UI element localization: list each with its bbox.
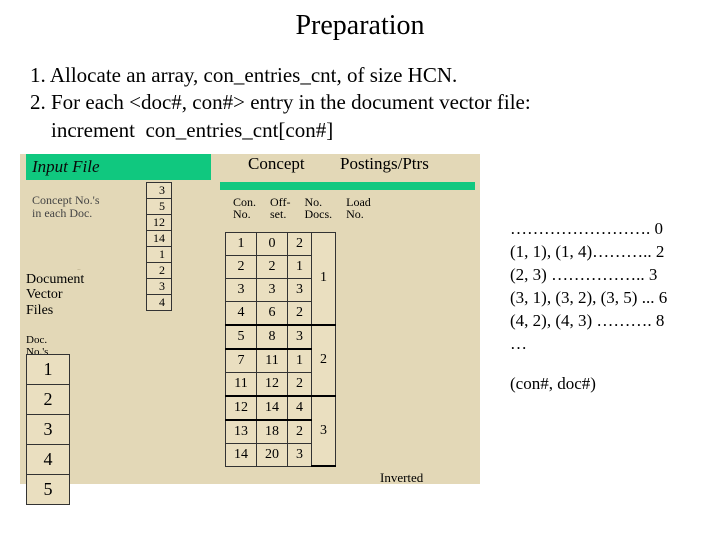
dv-l2: Vector [26, 287, 63, 302]
cell: 2 [288, 420, 312, 444]
side-row: … [510, 333, 667, 356]
docnos-l1: Doc. [26, 334, 47, 346]
cell: 14 [257, 396, 288, 420]
step-1: 1. Allocate an array, con_entries_cnt, o… [30, 62, 690, 89]
postings-table: 1021 221 333 462 5832 7111 11122 121443 … [225, 232, 336, 468]
load-cell: 3 [312, 396, 336, 467]
step-2: 2. For each <doc#, con#> entry in the do… [30, 89, 690, 116]
concept-header: Concept [248, 154, 305, 174]
num-cell: 3 [147, 278, 172, 294]
cell: 12 [226, 396, 257, 420]
cell: 1 [226, 232, 257, 255]
side-row: (4, 2), (4, 3) ………. 8 [510, 310, 667, 333]
num-cell: 5 [147, 198, 172, 214]
cell: 12 [257, 372, 288, 396]
side-pairs-list: ……………………. 0 (1, 1), (1, 4)……….. 2 (2, 3)… [510, 218, 667, 356]
diagram: 4. Determine the relations Mr clusters; … [20, 154, 700, 504]
postings-header: Postings/Ptrs [340, 154, 429, 174]
cell: 3 [288, 325, 312, 349]
col-con: Con.No. [227, 196, 262, 220]
cell: 2 [288, 232, 312, 255]
cell: 18 [257, 420, 288, 444]
inverted-label: Inverted [380, 470, 423, 486]
green-divider [220, 182, 475, 190]
num-cell: 12 [147, 214, 172, 230]
side-row: ……………………. 0 [510, 218, 667, 241]
cell: 2 [226, 255, 257, 278]
input-file-numbers: 3 5 12 14 1 2 3 4 [146, 182, 172, 311]
doc-number-table: 1 2 3 4 5 [26, 354, 70, 505]
cell: 3 [288, 443, 312, 466]
num-cell: 1 [147, 246, 172, 262]
cell: 1 [288, 349, 312, 373]
cell: 11 [226, 372, 257, 396]
input-file-panel: Input File Concept No.'s in each Doc. 3 … [26, 154, 211, 269]
cell: 8 [257, 325, 288, 349]
input-file-header: Input File [26, 154, 211, 180]
cell: 4 [226, 301, 257, 325]
side-row: (2, 3) …………….. 3 [510, 264, 667, 287]
input-file-subtitle: Concept No.'s in each Doc. [32, 194, 100, 220]
cell: 3 [226, 278, 257, 301]
steps-block: 1. Allocate an array, con_entries_cnt, o… [30, 62, 690, 144]
side-row: (1, 1), (1, 4)……….. 2 [510, 241, 667, 264]
cell: 2 [257, 255, 288, 278]
num-cell: 2 [147, 262, 172, 278]
cell: 7 [226, 349, 257, 373]
col-off: Off-set. [264, 196, 296, 220]
step-2-cont: increment con_entries_cnt[con#] [30, 117, 690, 144]
doc-cell: 5 [27, 474, 70, 504]
col-load: LoadNo. [340, 196, 377, 220]
dv-l1: Document [26, 272, 84, 287]
input-file-sub-l2: in each Doc. [32, 206, 92, 220]
side-legend: (con#, doc#) [510, 374, 596, 394]
cell: 6 [257, 301, 288, 325]
page-title: Preparation [0, 10, 720, 42]
load-cell: 1 [312, 232, 336, 325]
doc-cell: 4 [27, 444, 70, 474]
doc-cell: 3 [27, 414, 70, 444]
doc-vector-label: Document Vector Files [26, 272, 84, 318]
doc-cell: 2 [27, 384, 70, 414]
dv-l3: Files [26, 303, 53, 318]
input-file-sub-l1: Concept No.'s [32, 193, 100, 207]
num-cell: 4 [147, 294, 172, 310]
cell: 1 [288, 255, 312, 278]
cell: 14 [226, 443, 257, 466]
cell: 3 [257, 278, 288, 301]
cell: 0 [257, 232, 288, 255]
column-headers: Con.No. Off-set. No.Docs. LoadNo. [225, 194, 379, 222]
cell: 2 [288, 372, 312, 396]
cell: 13 [226, 420, 257, 444]
num-cell: 14 [147, 230, 172, 246]
col-docs: No.Docs. [298, 196, 338, 220]
cell: 4 [288, 396, 312, 420]
cell: 20 [257, 443, 288, 466]
cell: 5 [226, 325, 257, 349]
cell: 11 [257, 349, 288, 373]
doc-cell: 1 [27, 354, 70, 384]
load-cell: 2 [312, 325, 336, 396]
side-row: (3, 1), (3, 2), (3, 5) ... 6 [510, 287, 667, 310]
cell: 3 [288, 278, 312, 301]
cell: 2 [288, 301, 312, 325]
num-cell: 3 [147, 182, 172, 198]
